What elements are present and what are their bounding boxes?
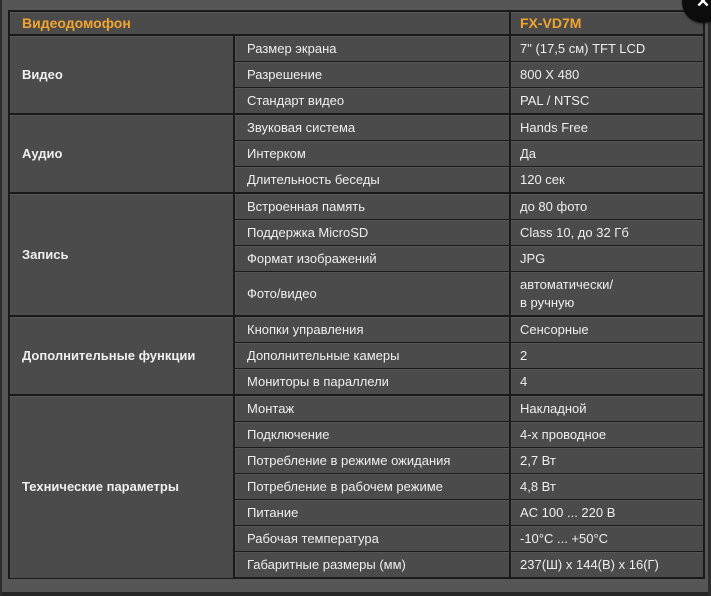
value-cell: Class 10, до 32 Гб	[509, 219, 705, 246]
param-cell: Звуковая система	[233, 113, 511, 141]
param-cell: Поддержка MicroSD	[233, 219, 511, 246]
table-header-row: Видеодомофон FX-VD7M	[8, 10, 705, 36]
value-cell: 2,7 Вт	[509, 447, 705, 474]
spec-popup: Видеодомофон FX-VD7M Видео Размер экрана 7…	[0, 0, 711, 596]
param-cell: Питание	[233, 499, 511, 526]
table-title: Видеодомофон	[8, 10, 511, 36]
value-cell: 237(Ш) x 144(В) x 16(Г)	[509, 551, 705, 579]
value-cell: Да	[509, 140, 705, 167]
param-cell: Потребление в режиме ожидания	[233, 447, 511, 474]
param-cell: Потребление в рабочем режиме	[233, 473, 511, 500]
table-row: Дополнительные функции Кнопки управления С…	[8, 315, 705, 396]
value-cell: PAL / NTSC	[509, 87, 705, 115]
category-cell: Аудио	[8, 113, 235, 194]
value-cell: 4	[509, 368, 705, 396]
param-cell: Габаритные размеры (мм)	[233, 551, 511, 579]
spec-table-body: Видеодомофон FX-VD7M Видео Размер экрана 7…	[8, 10, 705, 579]
close-icon: ✕	[695, 0, 711, 11]
value-cell: JPG	[509, 245, 705, 272]
param-cell: Мониторы в параллели	[233, 368, 511, 396]
param-cell: Монтаж	[233, 394, 511, 422]
value-cell: AC 100 ... 220 В	[509, 499, 705, 526]
value-cell: 120 сек	[509, 166, 705, 194]
value-cell: автоматически/ в ручную	[509, 271, 705, 317]
param-cell: Дополнительные камеры	[233, 342, 511, 369]
value-cell: 7" (17,5 см) TFT LCD	[509, 34, 705, 62]
model-name: FX-VD7M	[509, 10, 705, 36]
table-row: Технические параметры Монтаж Накладной	[8, 394, 705, 579]
param-cell: Интерком	[233, 140, 511, 167]
param-cell: Формат изображений	[233, 245, 511, 272]
value-cell: 4,8 Вт	[509, 473, 705, 500]
category-cell: Видео	[8, 34, 235, 115]
category-cell: Запись	[8, 192, 235, 317]
param-cell: Кнопки управления	[233, 315, 511, 343]
param-cell: Рабочая температура	[233, 525, 511, 552]
table-row: Видео Размер экрана 7" (17,5 см) TFT LCD	[8, 34, 705, 115]
value-cell: до 80 фото	[509, 192, 705, 220]
value-cell: 4-х проводное	[509, 421, 705, 448]
value-cell: 800 X 480	[509, 61, 705, 88]
value-cell: Сенсорные	[509, 315, 705, 343]
param-cell: Длительность беседы	[233, 166, 511, 194]
table-row: Запись Встроенная память до 80 фото	[8, 192, 705, 317]
param-cell: Разрешение	[233, 61, 511, 88]
param-cell: Фото/видео	[233, 271, 511, 317]
value-cell: Hands Free	[509, 113, 705, 141]
param-cell: Стандарт видео	[233, 87, 511, 115]
category-cell: Технические параметры	[8, 394, 235, 579]
value-cell: Накладной	[509, 394, 705, 422]
table-row: Аудио Звуковая система Hands Free	[8, 113, 705, 194]
value-cell: -10°C ... +50°C	[509, 525, 705, 552]
param-cell: Подключение	[233, 421, 511, 448]
spec-table: Видеодомофон FX-VD7M Видео Размер экрана 7…	[8, 10, 705, 579]
category-cell: Дополнительные функции	[8, 315, 235, 396]
value-cell: 2	[509, 342, 705, 369]
param-cell: Размер экрана	[233, 34, 511, 62]
param-cell: Встроенная память	[233, 192, 511, 220]
